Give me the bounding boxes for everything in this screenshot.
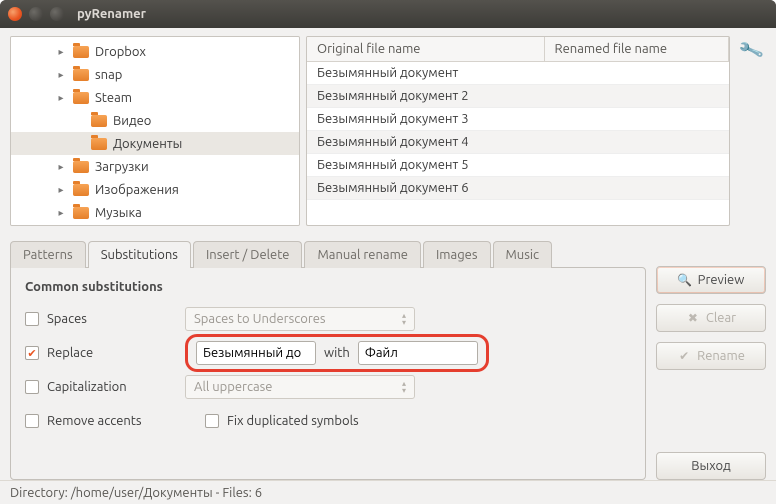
capitalization-label: Capitalization	[47, 380, 127, 394]
spaces-label: Spaces	[47, 312, 87, 326]
tab-substitutions[interactable]: Substitutions	[88, 241, 191, 268]
table-row[interactable]: Безымянный документ 2	[307, 85, 729, 108]
window-title: pyRenamer	[77, 7, 146, 21]
clear-button-label: Clear	[706, 311, 736, 325]
tree-item-label: Изображения	[95, 183, 179, 197]
cell-renamed	[544, 177, 728, 200]
check-icon: ✔	[677, 349, 691, 363]
tree-item[interactable]: ▸ Музыка	[11, 201, 299, 224]
folder-icon	[91, 138, 107, 150]
tree-item[interactable]: ▸ snap	[11, 63, 299, 86]
tree-item-label: Музыка	[95, 206, 142, 220]
fix-duplicated-checkbox[interactable]	[205, 414, 219, 428]
capitalization-select[interactable]: All uppercase ▴▾	[185, 375, 415, 399]
rename-button[interactable]: ✔ Rename	[656, 342, 766, 370]
remove-accents-checkbox[interactable]	[25, 414, 39, 428]
folder-icon	[73, 207, 89, 219]
rename-button-label: Rename	[697, 349, 745, 363]
replace-label: Replace	[47, 346, 93, 360]
col-original[interactable]: Original file name	[307, 37, 544, 62]
window-minimize-button[interactable]	[29, 7, 43, 21]
table-row[interactable]: Безымянный документ 6	[307, 177, 729, 200]
replace-with-label: with	[324, 346, 350, 360]
search-icon: 🔍	[678, 273, 692, 287]
fix-duplicated-label: Fix duplicated symbols	[227, 414, 359, 428]
tree-item-label: Видео	[113, 114, 151, 128]
tree-item-label: Dropbox	[95, 45, 146, 59]
replace-from-input[interactable]	[196, 341, 316, 365]
cell-original: Безымянный документ 3	[307, 108, 544, 131]
table-row[interactable]: Безымянный документ 3	[307, 108, 729, 131]
tree-item-label: Загрузки	[95, 160, 149, 174]
tree-item[interactable]: Документы	[11, 132, 299, 155]
clear-button[interactable]: ✖ Clear	[656, 304, 766, 332]
expand-arrow-icon[interactable]: ▸	[55, 207, 67, 219]
window-maximize-button[interactable]	[50, 7, 64, 21]
preview-button[interactable]: 🔍 Preview	[656, 266, 766, 294]
cell-renamed	[544, 131, 728, 154]
tree-item[interactable]: Видео	[11, 109, 299, 132]
expand-arrow-icon[interactable]: ▸	[55, 184, 67, 196]
replace-highlight: with	[185, 334, 489, 372]
spaces-checkbox[interactable]	[25, 312, 39, 326]
folder-icon	[73, 69, 89, 81]
expand-arrow-icon[interactable]: ▸	[55, 69, 67, 81]
tab-music[interactable]: Music	[493, 241, 553, 268]
cell-original: Безымянный документ 2	[307, 85, 544, 108]
tab-images[interactable]: Images	[423, 241, 491, 268]
folder-tree[interactable]: ▸ Dropbox ▸ snap ▸ Steam Видео Документы ▸ Загруз…	[10, 36, 300, 226]
tree-item-label: Документы	[113, 137, 182, 151]
file-table[interactable]: Original file name Renamed file name Без…	[306, 36, 730, 226]
folder-icon	[73, 184, 89, 196]
folder-icon	[73, 161, 89, 173]
spinner-icon: ▴▾	[402, 312, 406, 326]
folder-icon	[73, 92, 89, 104]
table-row[interactable]: Безымянный документ 5	[307, 154, 729, 177]
cell-original: Безымянный документ 4	[307, 131, 544, 154]
expand-arrow-icon[interactable]: ▸	[55, 46, 67, 58]
replace-to-input[interactable]	[358, 341, 478, 365]
spinner-icon: ▴▾	[402, 380, 406, 394]
cell-original: Безымянный документ 6	[307, 177, 544, 200]
tree-item[interactable]: ▸ Изображения	[11, 178, 299, 201]
tree-item[interactable]: ▸ Загрузки	[11, 155, 299, 178]
tab-manual-rename[interactable]: Manual rename	[304, 241, 420, 268]
cell-original: Безымянный документ 5	[307, 154, 544, 177]
status-text: Directory: /home/user/Документы - Files:…	[10, 486, 262, 500]
spaces-select[interactable]: Spaces to Underscores ▴▾	[185, 307, 415, 331]
window-close-button[interactable]	[8, 7, 22, 21]
col-renamed[interactable]: Renamed file name	[544, 37, 728, 62]
table-row[interactable]: Безымянный документ 4	[307, 131, 729, 154]
capitalization-checkbox[interactable]	[25, 380, 39, 394]
cell-renamed	[544, 108, 728, 131]
spaces-select-value: Spaces to Underscores	[194, 312, 326, 326]
cell-renamed	[544, 154, 728, 177]
clear-icon: ✖	[686, 311, 700, 325]
preview-button-label: Preview	[698, 273, 745, 287]
replace-checkbox[interactable]	[25, 346, 39, 360]
tree-item-label: snap	[95, 68, 122, 82]
substitutions-heading: Common substitutions	[25, 280, 631, 294]
tab-insert-delete[interactable]: Insert / Delete	[193, 241, 303, 268]
capitalization-select-value: All uppercase	[194, 380, 272, 394]
remove-accents-label: Remove accents	[47, 414, 142, 428]
table-row[interactable]: Безымянный документ	[307, 62, 729, 85]
settings-icon[interactable]: 🔧	[737, 37, 765, 64]
folder-icon	[73, 46, 89, 58]
expand-arrow-icon[interactable]: ▸	[55, 161, 67, 173]
tab-patterns[interactable]: Patterns	[10, 241, 86, 268]
exit-button-label: Выход	[691, 459, 731, 473]
tree-item-label: Steam	[95, 91, 132, 105]
tree-item[interactable]: ▸ Dropbox	[11, 40, 299, 63]
tree-item[interactable]: ▸ Steam	[11, 86, 299, 109]
cell-renamed	[544, 62, 728, 85]
cell-renamed	[544, 85, 728, 108]
folder-icon	[91, 115, 107, 127]
expand-arrow-icon[interactable]: ▸	[55, 92, 67, 104]
exit-button[interactable]: Выход	[656, 452, 766, 480]
cell-original: Безымянный документ	[307, 62, 544, 85]
